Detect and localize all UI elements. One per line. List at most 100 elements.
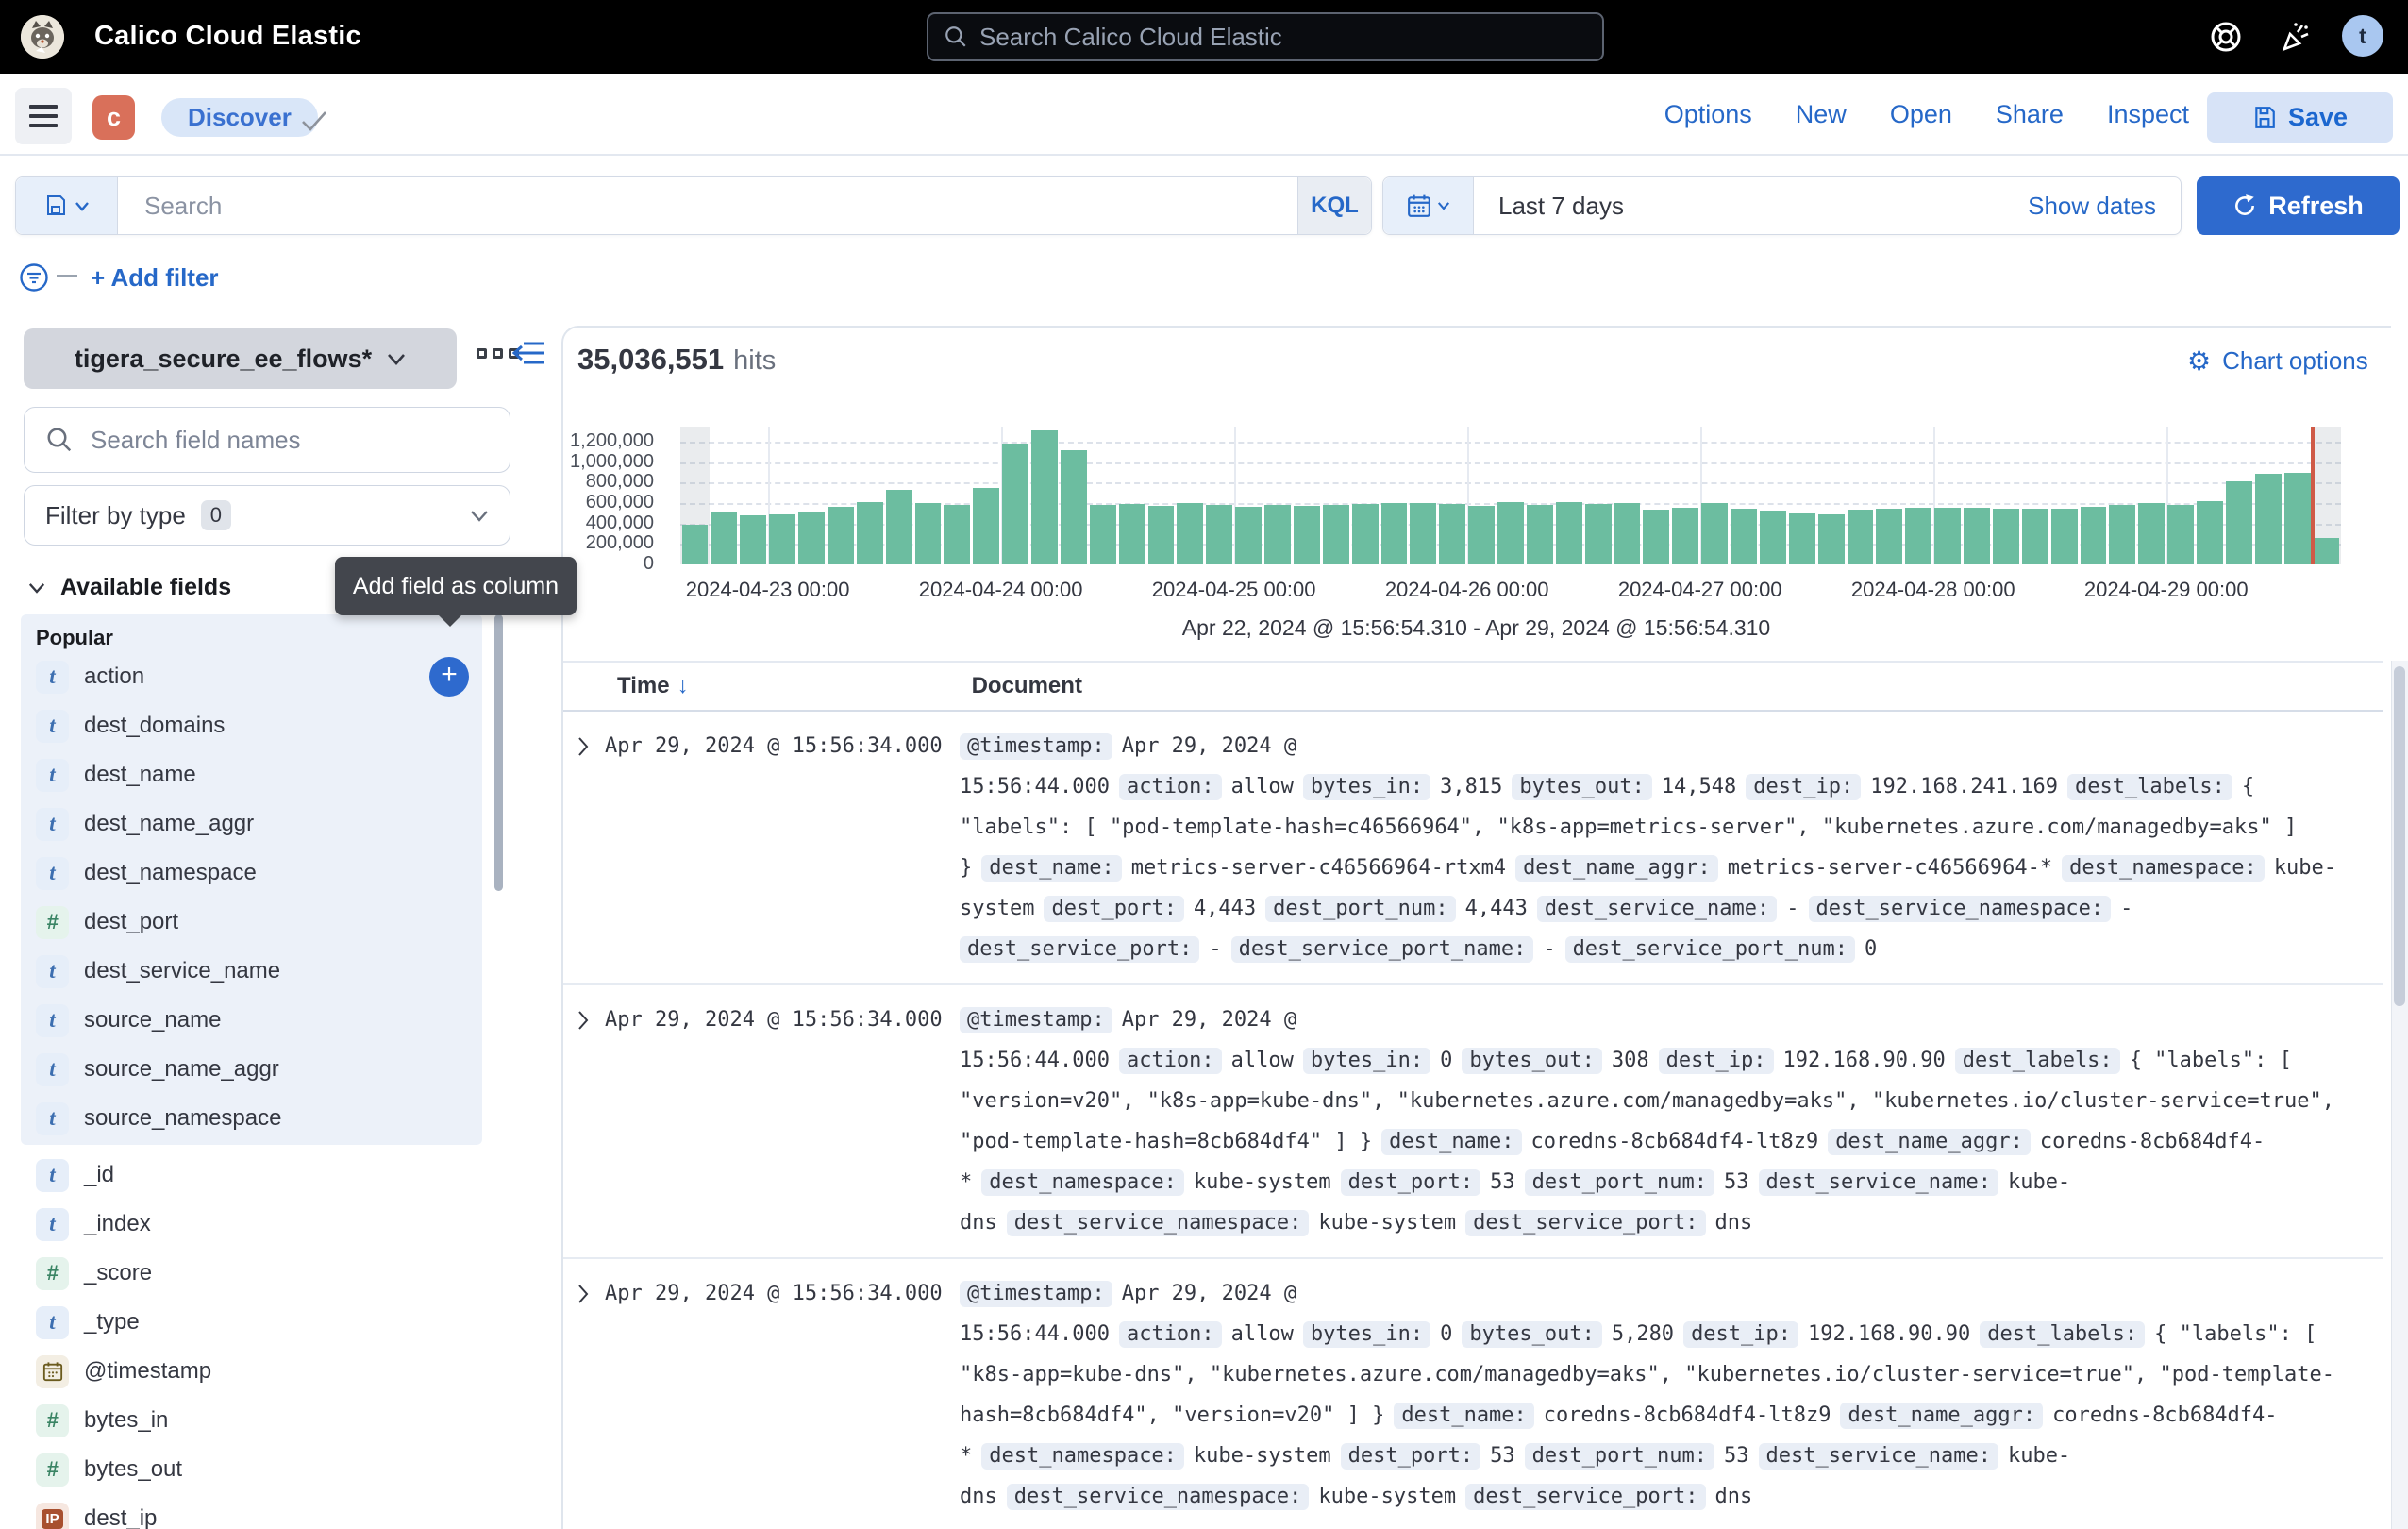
nav-link-inspect[interactable]: Inspect bbox=[2107, 100, 2189, 129]
field-item-dest_name_aggr[interactable]: tdest_name_aggr bbox=[21, 799, 482, 849]
histogram-bar[interactable] bbox=[769, 514, 795, 564]
help-button[interactable] bbox=[2208, 19, 2244, 55]
histogram-bar[interactable] bbox=[1002, 444, 1028, 564]
field-item-_index[interactable]: t_index bbox=[21, 1200, 482, 1249]
date-picker[interactable]: Last 7 days Show dates bbox=[1382, 176, 2182, 235]
time-column-header[interactable]: Time bbox=[617, 673, 670, 699]
histogram-bar[interactable] bbox=[1527, 505, 1553, 564]
histogram-bar[interactable] bbox=[1876, 509, 1902, 564]
space-badge[interactable]: c bbox=[92, 95, 135, 140]
field-item-dest_ip[interactable]: IPdest_ip bbox=[21, 1494, 482, 1529]
histogram-bar[interactable] bbox=[1497, 502, 1524, 564]
histogram-bar[interactable] bbox=[2197, 501, 2223, 564]
field-item-bytes_in[interactable]: #bytes_in bbox=[21, 1396, 482, 1445]
field-item-dest_namespace[interactable]: tdest_namespace bbox=[21, 849, 482, 898]
nav-link-share[interactable]: Share bbox=[1996, 100, 2064, 129]
histogram-bar[interactable] bbox=[1993, 509, 2019, 564]
histogram-bar[interactable] bbox=[1294, 506, 1320, 564]
histogram-bar[interactable] bbox=[1848, 510, 1874, 564]
chart-options-link[interactable]: ⚙ Chart options bbox=[2187, 345, 2368, 377]
histogram-bar[interactable] bbox=[1789, 513, 1815, 564]
nav-link-new[interactable]: New bbox=[1796, 100, 1847, 129]
histogram-bar[interactable] bbox=[1381, 503, 1408, 564]
index-pattern-selector[interactable]: tigera_secure_ee_flows* bbox=[24, 328, 457, 389]
field-item-dest_domains[interactable]: tdest_domains bbox=[21, 701, 482, 750]
field-item-action[interactable]: taction+ bbox=[21, 652, 482, 701]
histogram-bar[interactable] bbox=[1672, 508, 1698, 564]
add-field-as-column-button[interactable]: + bbox=[429, 657, 469, 697]
field-item-source_name[interactable]: tsource_name bbox=[21, 996, 482, 1045]
histogram-bar[interactable] bbox=[2109, 505, 2135, 564]
date-quick-menu[interactable] bbox=[1383, 177, 1474, 234]
histogram-bar[interactable] bbox=[1148, 506, 1175, 564]
table-scrollbar-thumb[interactable] bbox=[2394, 666, 2405, 1006]
histogram-bar[interactable] bbox=[1264, 505, 1291, 564]
histogram-bar[interactable] bbox=[828, 507, 854, 564]
histogram-bar[interactable] bbox=[2022, 509, 2048, 564]
histogram-bar[interactable] bbox=[711, 512, 737, 564]
histogram-bar[interactable] bbox=[1934, 508, 1961, 564]
histogram-bar[interactable] bbox=[1177, 503, 1203, 564]
histogram-bar[interactable] bbox=[798, 512, 825, 564]
histogram-bar[interactable] bbox=[1760, 511, 1786, 564]
field-item-dest_service_name[interactable]: tdest_service_name bbox=[21, 947, 482, 996]
news-button[interactable] bbox=[2277, 19, 2313, 55]
histogram-bar[interactable] bbox=[1964, 508, 1990, 564]
histogram-bar[interactable] bbox=[1439, 504, 1465, 564]
histogram-bar[interactable] bbox=[1468, 506, 1495, 564]
expand-row-button[interactable] bbox=[563, 1273, 605, 1517]
histogram-bar[interactable] bbox=[740, 515, 766, 564]
histogram-bar[interactable] bbox=[1701, 503, 1728, 564]
user-avatar[interactable]: t bbox=[2342, 15, 2383, 57]
field-item-source_name_aggr[interactable]: tsource_name_aggr bbox=[21, 1045, 482, 1094]
histogram-bar[interactable] bbox=[1352, 504, 1379, 564]
histogram-bar[interactable] bbox=[1818, 514, 1845, 564]
global-search-input[interactable]: Search Calico Cloud Elastic bbox=[927, 12, 1604, 61]
histogram-bar[interactable] bbox=[1410, 503, 1436, 564]
add-filter-link[interactable]: + Add filter bbox=[91, 263, 219, 293]
histogram-bar[interactable] bbox=[1556, 502, 1582, 564]
query-bar[interactable]: Search KQL bbox=[15, 176, 1372, 235]
histogram-bar[interactable] bbox=[1031, 430, 1058, 564]
histogram-bar[interactable] bbox=[857, 502, 883, 564]
nav-link-open[interactable]: Open bbox=[1890, 100, 1952, 129]
histogram-bar[interactable] bbox=[1119, 504, 1145, 564]
expand-row-button[interactable] bbox=[563, 1000, 605, 1243]
saved-query-menu[interactable] bbox=[16, 177, 118, 234]
field-item-dest_port[interactable]: #dest_port bbox=[21, 898, 482, 947]
field-item-_score[interactable]: #_score bbox=[21, 1249, 482, 1298]
histogram-bar[interactable] bbox=[682, 525, 709, 564]
histogram-bar[interactable] bbox=[2284, 473, 2311, 564]
refresh-button[interactable]: Refresh bbox=[2197, 176, 2400, 235]
histogram-bar[interactable] bbox=[1090, 505, 1116, 564]
nav-link-options[interactable]: Options bbox=[1664, 100, 1752, 129]
kql-toggle[interactable]: KQL bbox=[1297, 177, 1371, 234]
histogram-bar[interactable] bbox=[2081, 507, 2107, 564]
field-item-dest_name[interactable]: tdest_name bbox=[21, 750, 482, 799]
histogram-bar[interactable] bbox=[1905, 508, 1931, 564]
expand-row-button[interactable] bbox=[563, 726, 605, 969]
histogram-bar[interactable] bbox=[1731, 509, 1757, 564]
field-search-input[interactable]: Search field names bbox=[24, 407, 510, 473]
collapse-sidebar-icon[interactable] bbox=[512, 340, 546, 366]
field-item-_type[interactable]: t_type bbox=[21, 1298, 482, 1347]
sidebar-scrollbar[interactable] bbox=[494, 614, 503, 891]
histogram-bar[interactable] bbox=[1235, 507, 1262, 564]
histogram-bar[interactable] bbox=[1206, 505, 1232, 564]
field-item-_id[interactable]: t_id bbox=[21, 1151, 482, 1200]
histogram-bar[interactable] bbox=[2226, 481, 2252, 564]
histogram-bar[interactable] bbox=[1585, 504, 1612, 564]
filter-by-type-dropdown[interactable]: Filter by type 0 bbox=[24, 485, 510, 546]
histogram-bar[interactable] bbox=[2314, 538, 2340, 564]
histogram-bar[interactable] bbox=[2255, 474, 2282, 564]
breadcrumb-discover[interactable]: Discover bbox=[161, 98, 318, 137]
save-button[interactable]: Save bbox=[2207, 92, 2393, 143]
histogram-bar[interactable] bbox=[973, 488, 999, 564]
histogram-bar[interactable] bbox=[1643, 510, 1669, 564]
menu-button[interactable] bbox=[15, 88, 72, 144]
filter-icon[interactable] bbox=[19, 262, 49, 293]
available-fields-header[interactable]: Available fields bbox=[28, 574, 231, 601]
histogram-bar[interactable] bbox=[2138, 503, 2165, 564]
field-item-source_namespace[interactable]: tsource_namespace bbox=[21, 1094, 482, 1143]
show-dates-link[interactable]: Show dates bbox=[2028, 192, 2156, 221]
